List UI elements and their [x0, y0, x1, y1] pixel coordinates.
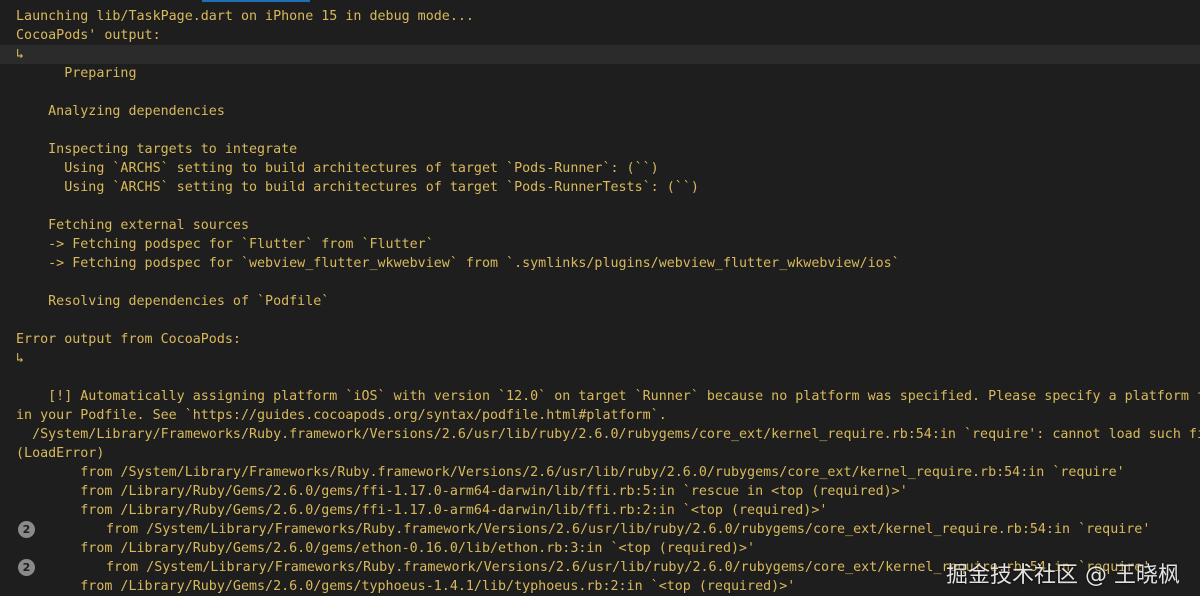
- console-line-text: Using `ARCHS` setting to build architect…: [16, 180, 699, 195]
- console-line: -> Fetching podspec for `Flutter` from `…: [0, 235, 1200, 254]
- console-line: 2 from /System/Library/Frameworks/Ruby.fr…: [0, 520, 1200, 539]
- console-line: Inspecting targets to integrate: [0, 140, 1200, 159]
- console-line-text: CocoaPods' output:: [16, 28, 161, 43]
- console-line: -> Fetching podspec for `webview_flutter…: [0, 254, 1200, 273]
- console-line-text: from /System/Library/Frameworks/Ruby.fra…: [106, 522, 1151, 537]
- console-line-text: from /Library/Ruby/Gems/2.6.0/gems/ffi-1…: [16, 503, 828, 518]
- console-line: Preparing: [0, 64, 1200, 83]
- console-line: (LoadError): [0, 444, 1200, 463]
- console-line-text: in your Podfile. See `https://guides.coc…: [16, 408, 667, 423]
- console-line-text: Error output from CocoaPods:: [16, 332, 241, 347]
- repeat-count-badge: 2: [18, 559, 35, 576]
- console-line-text: Fetching external sources: [16, 218, 249, 233]
- active-tab-indicator: [202, 0, 310, 2]
- console-line: /System/Library/Frameworks/Ruby.framewor…: [0, 425, 1200, 444]
- repeat-count-badge: 2: [18, 521, 35, 538]
- console-line: ↳: [0, 349, 1200, 368]
- console-line-text: ↳: [16, 47, 25, 62]
- console-line-text: from /Library/Ruby/Gems/2.6.0/gems/typho…: [16, 579, 796, 594]
- console-line-text: /System/Library/Frameworks/Ruby.framewor…: [16, 427, 1200, 442]
- console-line: Launching lib/TaskPage.dart on iPhone 15…: [0, 7, 1200, 26]
- console-line-text: Resolving dependencies of `Podfile`: [16, 294, 330, 309]
- console-line-text: -> Fetching podspec for `webview_flutter…: [16, 256, 900, 271]
- console-line: from /Library/Ruby/Gems/2.6.0/gems/ethon…: [0, 539, 1200, 558]
- console-line: ↳: [0, 45, 1200, 64]
- debug-console-output[interactable]: Launching lib/TaskPage.dart on iPhone 15…: [0, 7, 1200, 596]
- console-line: in your Podfile. See `https://guides.coc…: [0, 406, 1200, 425]
- console-line: CocoaPods' output:: [0, 26, 1200, 45]
- console-line: Using `ARCHS` setting to build architect…: [0, 159, 1200, 178]
- console-line-text: from /Library/Ruby/Gems/2.6.0/gems/ffi-1…: [16, 484, 908, 499]
- console-line: Resolving dependencies of `Podfile`: [0, 292, 1200, 311]
- console-line: Analyzing dependencies: [0, 102, 1200, 121]
- console-line-text: Preparing: [16, 66, 137, 81]
- console-line-text: Using `ARCHS` setting to build architect…: [16, 161, 659, 176]
- console-line: [!] Automatically assigning platform `iO…: [0, 387, 1200, 406]
- console-line: from /Library/Ruby/Gems/2.6.0/gems/ffi-1…: [0, 482, 1200, 501]
- console-line-text: from /System/Library/Frameworks/Ruby.fra…: [16, 465, 1125, 480]
- console-line-text: Analyzing dependencies: [16, 104, 225, 119]
- console-line-text: Inspecting targets to integrate: [16, 142, 298, 157]
- console-line: Fetching external sources: [0, 216, 1200, 235]
- console-line-text: [!] Automatically assigning platform `iO…: [16, 389, 1200, 404]
- console-line-text: -> Fetching podspec for `Flutter` from `…: [16, 237, 434, 252]
- console-line-text: (LoadError): [16, 446, 105, 461]
- console-line: from /System/Library/Frameworks/Ruby.fra…: [0, 463, 1200, 482]
- console-line-text: from /Library/Ruby/Gems/2.6.0/gems/ethon…: [16, 541, 756, 556]
- console-line: Error output from CocoaPods:: [0, 330, 1200, 349]
- console-line-text: ↳: [16, 351, 25, 366]
- watermark: 掘金技术社区 @ 王晓枫: [946, 563, 1180, 588]
- console-line: from /Library/Ruby/Gems/2.6.0/gems/ffi-1…: [0, 501, 1200, 520]
- console-line: Using `ARCHS` setting to build architect…: [0, 178, 1200, 197]
- console-line-text: Launching lib/TaskPage.dart on iPhone 15…: [16, 9, 474, 24]
